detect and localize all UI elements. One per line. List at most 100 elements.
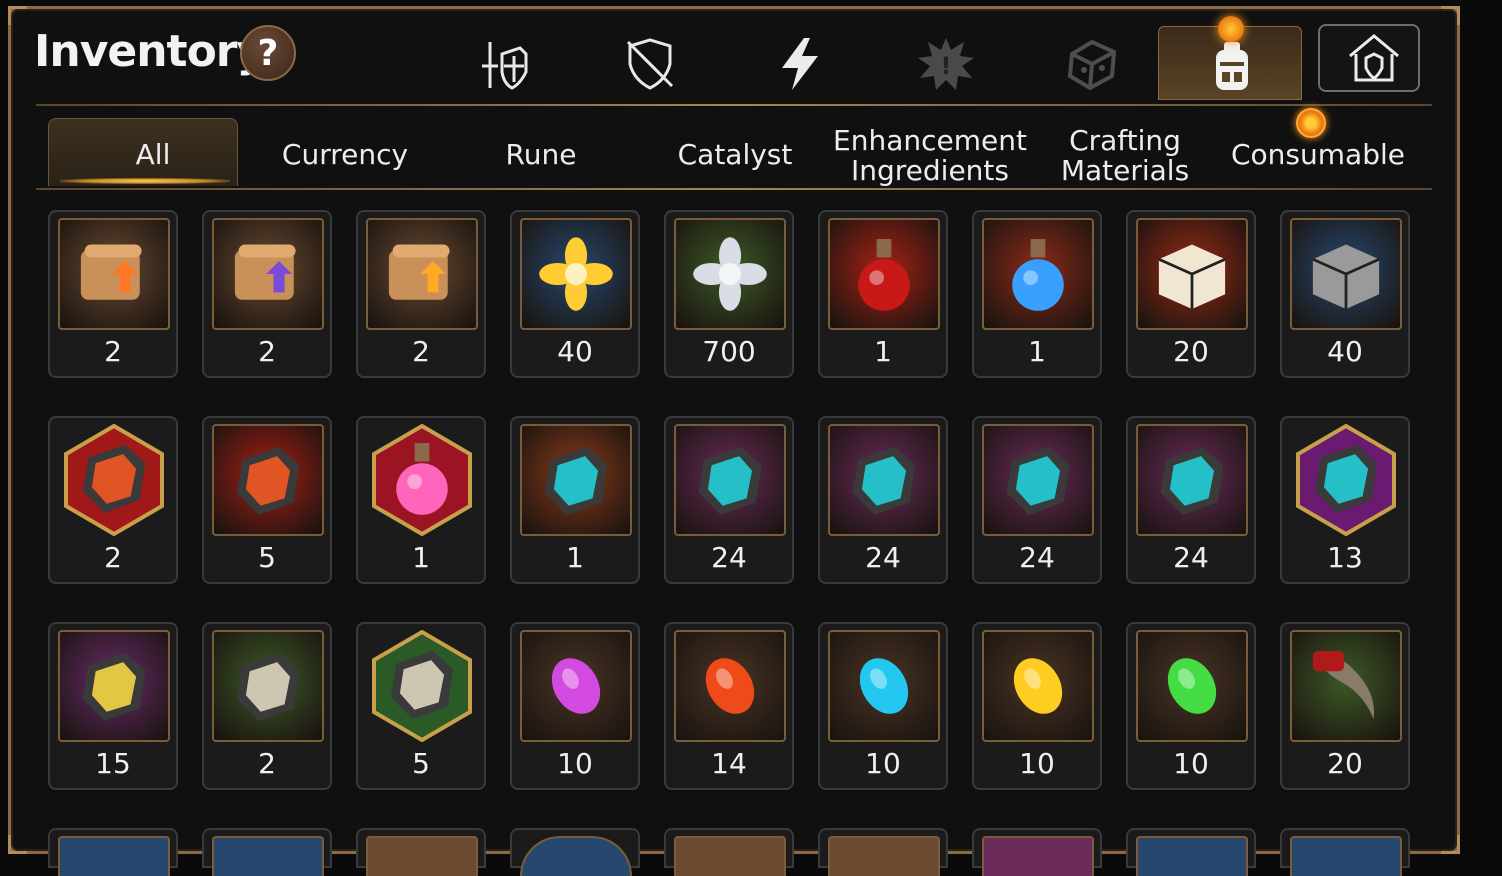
- item-slot[interactable]: 10: [818, 622, 948, 790]
- item-slot[interactable]: 13: [1280, 416, 1410, 584]
- white-sword-stone-icon: [212, 630, 324, 742]
- item-slot[interactable]: 1: [510, 416, 640, 584]
- item-slot[interactable]: 5: [202, 416, 332, 584]
- consumable-notification-dot: [1296, 108, 1326, 138]
- item-slot[interactable]: 2: [48, 210, 178, 378]
- item-count: 20: [1327, 747, 1363, 780]
- item-count: 13: [1327, 541, 1363, 574]
- item-slot[interactable]: 700: [664, 210, 794, 378]
- item-slot[interactable]: 24: [1126, 416, 1256, 584]
- item-slot-partial[interactable]: [664, 828, 794, 876]
- item-count: 1: [566, 541, 584, 574]
- frame-corner: [1441, 6, 1460, 25]
- item-slot[interactable]: 24: [664, 416, 794, 584]
- item-slot[interactable]: 10: [972, 622, 1102, 790]
- item-count: 24: [865, 541, 901, 574]
- item-slot[interactable]: 40: [510, 210, 640, 378]
- yellow-gem-icon: [982, 630, 1094, 742]
- lightning-icon[interactable]: [770, 34, 830, 94]
- burst-badge-icon[interactable]: !: [916, 34, 976, 94]
- item-count: 10: [1019, 747, 1055, 780]
- item-slot-partial[interactable]: [356, 828, 486, 876]
- tab-all[interactable]: All: [48, 140, 258, 170]
- boot-stone-icon: [1136, 424, 1248, 536]
- claw-icon: [1290, 630, 1402, 742]
- blue-hammer-stone-icon: [520, 424, 632, 536]
- sword-stone-icon: [674, 424, 786, 536]
- item-count: 2: [412, 335, 430, 368]
- item-count: 20: [1173, 335, 1209, 368]
- blue-gem-icon: [828, 630, 940, 742]
- item-count: 40: [1327, 335, 1363, 368]
- item-count: 1: [412, 541, 430, 574]
- white-star-stone-icon: [366, 630, 478, 742]
- silver-chest-icon: [1290, 218, 1402, 330]
- tab-enhancement-ingredients[interactable]: Enhancement Ingredients: [830, 126, 1030, 186]
- item-slot[interactable]: 10: [1126, 622, 1256, 790]
- item-slot[interactable]: 20: [1280, 622, 1410, 790]
- item-slot-partial[interactable]: [48, 828, 178, 876]
- red-potion-icon: [828, 218, 940, 330]
- yellow-hammer-stone-icon: [58, 630, 170, 742]
- item-count: 2: [104, 335, 122, 368]
- item-count: 2: [104, 541, 122, 574]
- svg-text:!: !: [941, 52, 952, 80]
- item-slot[interactable]: 40: [1280, 210, 1410, 378]
- tab-consumable[interactable]: Consumable: [1220, 140, 1416, 170]
- item-slot-partial[interactable]: [972, 828, 1102, 876]
- tabs-divider: [36, 188, 1432, 190]
- scroll-fire-arrow-icon: [58, 218, 170, 330]
- gold-flower-crystal-icon: [520, 218, 632, 330]
- artifact-shield-icon[interactable]: [620, 34, 680, 94]
- item-slot[interactable]: 10: [510, 622, 640, 790]
- backpack-icon[interactable]: [1202, 36, 1262, 96]
- item-slot[interactable]: 14: [664, 622, 794, 790]
- item-slot[interactable]: 2: [356, 210, 486, 378]
- scroll-gold-arrow-icon: [366, 218, 478, 330]
- pink-potion-icon: [366, 424, 478, 536]
- item-count: 10: [865, 747, 901, 780]
- item-count: 40: [557, 335, 593, 368]
- red-star-stone-icon: [58, 424, 170, 536]
- item-slot[interactable]: 1: [972, 210, 1102, 378]
- help-button[interactable]: ?: [240, 25, 296, 81]
- item-slot[interactable]: 1: [818, 210, 948, 378]
- item-slot-partial[interactable]: [1126, 828, 1256, 876]
- tab-currency[interactable]: Currency: [250, 140, 440, 170]
- tab-all-underline: [60, 178, 230, 184]
- item-slot-partial[interactable]: [510, 828, 640, 876]
- purple-gem-icon: [520, 630, 632, 742]
- armor-stone-icon: [982, 424, 1094, 536]
- item-slot-partial[interactable]: [202, 828, 332, 876]
- item-count: 15: [95, 747, 131, 780]
- item-slot[interactable]: 2: [48, 416, 178, 584]
- star-potion-icon: [982, 218, 1094, 330]
- item-count: 1: [874, 335, 892, 368]
- header-divider: [36, 104, 1432, 106]
- item-slot[interactable]: 1: [356, 416, 486, 584]
- item-slot[interactable]: 2: [202, 210, 332, 378]
- item-slot[interactable]: 24: [818, 416, 948, 584]
- gold-chest-icon: [1136, 218, 1248, 330]
- item-slot[interactable]: 24: [972, 416, 1102, 584]
- item-count: 14: [711, 747, 747, 780]
- item-slot[interactable]: 15: [48, 622, 178, 790]
- die-icon[interactable]: [1062, 34, 1122, 94]
- scroll-rainbow-cube-icon: [212, 218, 324, 330]
- item-count: 5: [412, 747, 430, 780]
- item-slot[interactable]: 20: [1126, 210, 1256, 378]
- tab-rune[interactable]: Rune: [450, 140, 632, 170]
- purple-star-stone-icon: [1290, 424, 1402, 536]
- frame-corner: [1441, 835, 1460, 854]
- item-slot[interactable]: 5: [356, 622, 486, 790]
- tab-crafting-materials[interactable]: Crafting Materials: [1030, 126, 1220, 186]
- tab-catalyst[interactable]: Catalyst: [640, 140, 830, 170]
- item-count: 24: [711, 541, 747, 574]
- silver-flower-crystal-icon: [674, 218, 786, 330]
- house-shield-icon[interactable]: [1344, 28, 1404, 88]
- helmet-stone-icon: [828, 424, 940, 536]
- item-slot-partial[interactable]: [1280, 828, 1410, 876]
- item-slot[interactable]: 2: [202, 622, 332, 790]
- item-slot-partial[interactable]: [818, 828, 948, 876]
- weapon-armor-icon[interactable]: [474, 34, 534, 94]
